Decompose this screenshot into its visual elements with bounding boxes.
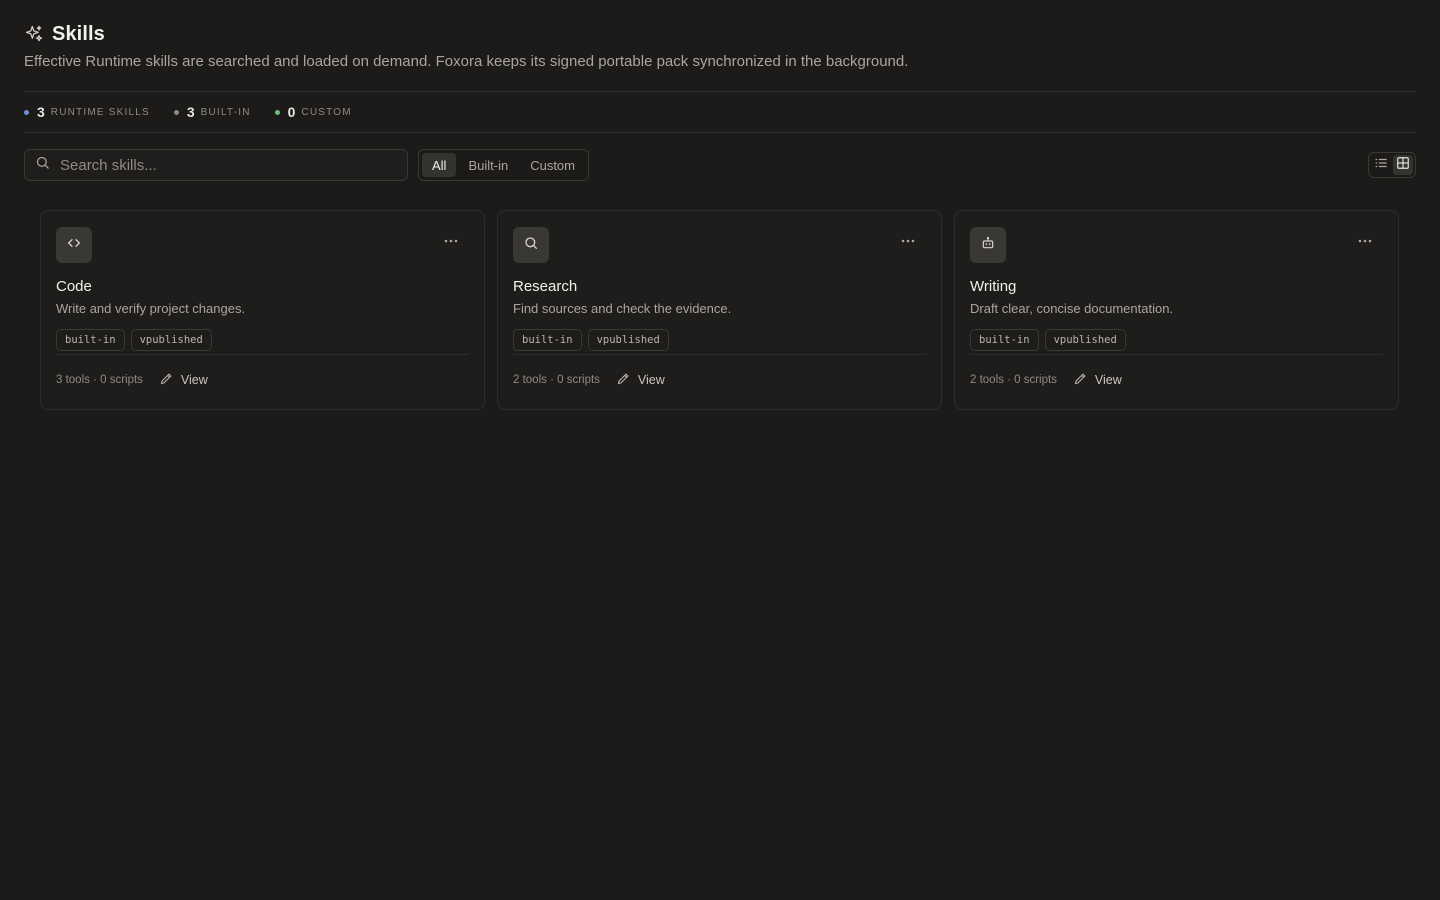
skills-page: Skills Effective Runtime skills are sear… xyxy=(0,0,1440,900)
sparkles-icon xyxy=(24,24,44,44)
tag-built-in: built-in xyxy=(970,329,1039,351)
status-dot xyxy=(24,109,29,115)
ellipsis-icon xyxy=(444,230,458,248)
pencil-icon xyxy=(616,371,631,389)
code-icon xyxy=(66,235,82,256)
filter-built-in[interactable]: Built-in xyxy=(458,153,518,177)
list-view-icon xyxy=(1374,156,1388,175)
filter-segmented-control: All Built-in Custom xyxy=(418,149,589,181)
filter-all[interactable]: All xyxy=(422,153,457,177)
tag-built-in: built-in xyxy=(513,329,582,351)
more-options-button[interactable] xyxy=(897,231,919,247)
stat-count: 3 xyxy=(37,104,45,120)
skills-grid: Code Write and verify project changes. b… xyxy=(40,210,1400,410)
card-icon-container xyxy=(56,227,92,263)
pencil-icon xyxy=(1073,371,1088,389)
page-title: Skills xyxy=(52,22,105,45)
search-icon xyxy=(35,155,50,175)
card-footer: 3 tools · 0 scripts View xyxy=(56,371,208,389)
status-dot xyxy=(274,109,280,115)
pencil-icon xyxy=(159,371,174,389)
view-label: View xyxy=(180,373,208,387)
stat-custom: 0 CUSTOM xyxy=(274,104,352,120)
status-dot xyxy=(173,109,179,115)
title-row: Skills xyxy=(24,20,1416,48)
card-meta: 2 tools · 0 scripts xyxy=(970,374,1057,386)
card-meta: 3 tools · 0 scripts xyxy=(56,374,143,386)
search-box[interactable] xyxy=(24,149,408,181)
grid-view-icon xyxy=(1396,156,1410,175)
ellipsis-icon xyxy=(1358,230,1372,248)
ellipsis-icon xyxy=(901,230,915,248)
card-footer: 2 tools · 0 scripts View xyxy=(970,371,1122,389)
skill-card-code[interactable]: Code Write and verify project changes. b… xyxy=(40,210,485,410)
tag-built-in: built-in xyxy=(56,329,125,351)
card-divider xyxy=(513,354,926,355)
tag-list: built-in vpublished xyxy=(513,329,926,351)
view-label: View xyxy=(1094,373,1122,387)
bot-icon xyxy=(980,235,996,256)
view-button[interactable]: View xyxy=(1073,371,1122,389)
view-toggle xyxy=(1368,152,1416,178)
toolbar: All Built-in Custom xyxy=(24,148,1416,182)
tag-version: vpublished xyxy=(587,329,669,351)
more-options-button[interactable] xyxy=(1354,231,1376,247)
card-title: Writing xyxy=(970,278,1017,295)
tag-version: vpublished xyxy=(130,329,212,351)
filter-custom[interactable]: Custom xyxy=(520,153,585,177)
view-button[interactable]: View xyxy=(159,371,208,389)
page-subtitle: Effective Runtime skills are searched an… xyxy=(24,53,909,70)
more-options-button[interactable] xyxy=(440,231,462,247)
tag-list: built-in vpublished xyxy=(970,329,1383,351)
search-input[interactable] xyxy=(58,155,397,175)
view-label: View xyxy=(637,373,665,387)
card-description: Draft clear, concise documentation. xyxy=(970,301,1174,316)
card-icon-container xyxy=(970,227,1006,263)
tag-version: vpublished xyxy=(1044,329,1126,351)
page-header: Skills Effective Runtime skills are sear… xyxy=(24,20,1416,72)
card-title: Research xyxy=(513,278,578,295)
grid-view-button[interactable] xyxy=(1393,155,1413,175)
card-description: Find sources and check the evidence. xyxy=(513,301,732,316)
header-divider xyxy=(24,91,1416,92)
stats-bar: 3 RUNTIME SKILLS 3 BUILT-IN 0 CUSTOM xyxy=(24,101,352,123)
stat-label: BUILT-IN xyxy=(200,106,251,118)
card-divider xyxy=(56,354,469,355)
card-divider xyxy=(970,354,1383,355)
list-view-button[interactable] xyxy=(1371,155,1391,175)
stat-runtime-skills: 3 RUNTIME SKILLS xyxy=(24,104,150,120)
search-icon xyxy=(523,235,539,256)
stat-label: RUNTIME SKILLS xyxy=(50,106,150,118)
card-meta: 2 tools · 0 scripts xyxy=(513,374,600,386)
stat-built-in: 3 BUILT-IN xyxy=(173,104,251,120)
card-title: Code xyxy=(56,278,92,295)
view-button[interactable]: View xyxy=(616,371,665,389)
skill-card-research[interactable]: Research Find sources and check the evid… xyxy=(497,210,942,410)
card-footer: 2 tools · 0 scripts View xyxy=(513,371,665,389)
tag-list: built-in vpublished xyxy=(56,329,469,351)
card-icon-container xyxy=(513,227,549,263)
stats-divider xyxy=(24,132,1416,133)
stat-label: CUSTOM xyxy=(301,106,352,118)
skill-card-writing[interactable]: Writing Draft clear, concise documentati… xyxy=(954,210,1399,410)
stat-count: 3 xyxy=(186,104,195,120)
card-description: Write and verify project changes. xyxy=(56,301,246,316)
stat-count: 0 xyxy=(287,104,296,120)
